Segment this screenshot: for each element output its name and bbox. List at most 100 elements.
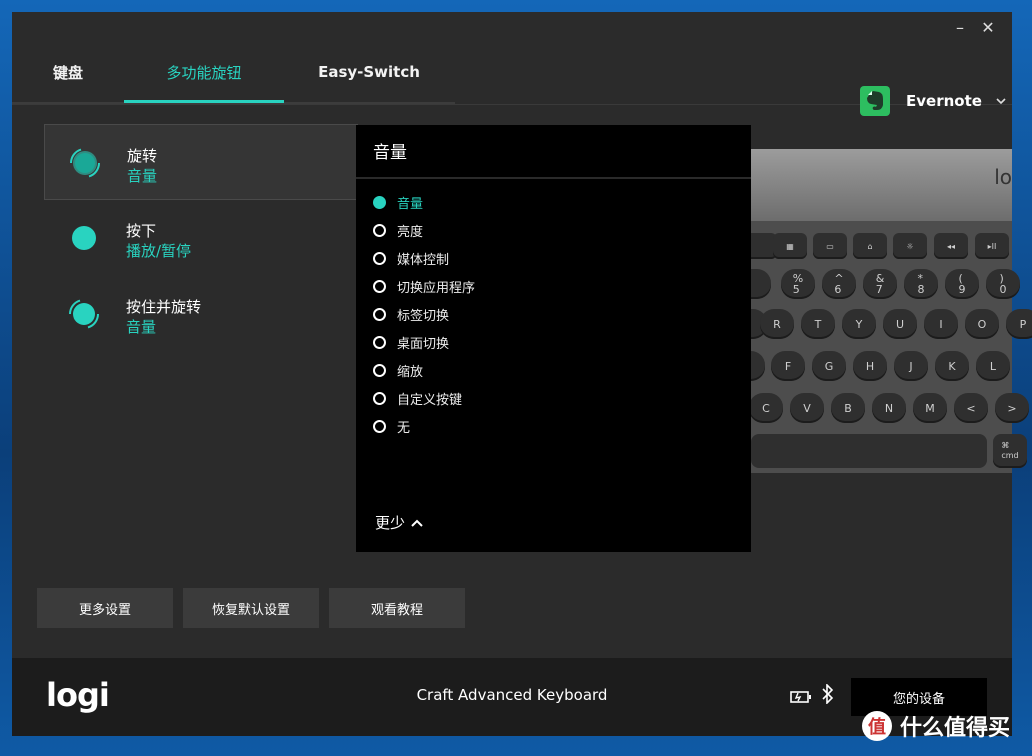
key: > [995,393,1029,423]
action-press-rotate-value: 音量 [126,318,157,336]
radio-icon [373,335,386,349]
key-fn: ◂◂ [934,233,968,259]
function-dropdown: 音量 音量 亮度 媒体控制 切换应用程序 标签切换 桌面切换 缩放 自定义按键 … [356,125,751,552]
keyboard-logo: lo [994,165,1012,189]
minimize-button[interactable]: – [946,15,974,39]
app-window: – ✕ 键盘 多功能旋钮 Easy-Switch Evernote 旋转 音量 … [12,12,1032,736]
battery-icon [790,688,812,707]
option-label: 切换应用程序 [397,280,476,296]
key: Y [842,309,876,339]
key: ( 9 [945,269,979,299]
show-less-label: 更少 [375,514,406,532]
app-selector-label: Evernote [906,92,982,110]
option-label: 媒体控制 [397,252,450,268]
option-zoom[interactable]: 缩放 [373,359,423,381]
press-rotate-dial-icon [66,296,102,332]
option-app-switch[interactable]: 切换应用程序 [373,275,475,297]
action-press[interactable]: 按下 播放/暂停 [44,200,356,274]
key: N [872,393,906,423]
option-label: 亮度 [397,224,424,240]
option-none[interactable]: 无 [373,415,410,437]
key: R [760,309,794,339]
action-press-title: 按下 [126,222,157,240]
action-rotate[interactable]: 旋转 音量 [44,124,358,200]
action-rotate-value: 音量 [127,167,158,185]
chevron-up-icon [411,516,423,530]
option-label: 缩放 [397,364,424,380]
watermark: 值 什么值得买 [862,710,1010,742]
radio-icon [373,363,386,377]
key-fn: ⌂ [853,233,887,259]
option-custom-keys[interactable]: 自定义按键 [373,387,462,409]
key: * 8 [904,269,938,299]
keyboard-preview: lo ▦ ▭ ⌂ ☼ ◂◂ ▸II % 5 ^ 6 & 7 * 8 ( 9 ) … [731,149,1032,473]
keyboard-top: lo [751,149,1012,221]
action-press-rotate[interactable]: 按住并旋转 音量 [44,276,356,350]
rotate-dial-icon [67,145,103,181]
tab-bar: 键盘 多功能旋钮 Easy-Switch Evernote [12,42,1012,116]
restore-defaults-button[interactable]: 恢复默认设置 [183,588,319,628]
dropdown-header: 音量 [356,125,751,179]
watermark-logo: 值 [862,711,892,741]
key: P [1006,309,1032,339]
radio-icon [373,307,386,321]
keyboard-body: ▦ ▭ ⌂ ☼ ◂◂ ▸II % 5 ^ 6 & 7 * 8 ( 9 ) 0 R… [731,221,1032,473]
option-volume[interactable]: 音量 [373,191,423,213]
key: V [790,393,824,423]
close-button[interactable]: ✕ [974,15,1002,39]
key-fn: ▭ [813,233,847,259]
key: < [954,393,988,423]
action-press-value: 播放/暂停 [126,242,192,260]
key: G [812,351,846,381]
bluetooth-icon [822,683,834,708]
key: J [894,351,928,381]
key: ^ 6 [822,269,856,299]
more-settings-button[interactable]: 更多设置 [37,588,173,628]
tab-easy-switch[interactable]: Easy-Switch [284,42,454,102]
option-desktop-switch[interactable]: 桌面切换 [373,331,449,353]
radio-selected-icon [373,195,386,209]
radio-icon [373,251,386,265]
key: U [883,309,917,339]
key: L [976,351,1010,381]
option-label: 自定义按键 [397,392,463,408]
radio-icon [373,419,386,433]
option-tab-switch[interactable]: 标签切换 [373,303,449,325]
key: C [749,393,783,423]
watch-tutorial-button[interactable]: 观看教程 [329,588,465,628]
cmd-key: ⌘ cmd [993,434,1027,468]
option-label: 标签切换 [397,308,450,324]
key: M [913,393,947,423]
option-label: 桌面切换 [397,336,450,352]
dropdown-title: 音量 [373,143,407,163]
key: F [771,351,805,381]
key: ) 0 [986,269,1020,299]
option-label: 音量 [397,196,424,212]
space-key [751,434,987,468]
radio-icon [373,223,386,237]
app-selector[interactable]: Evernote [860,85,1006,117]
radio-icon [373,279,386,293]
action-rotate-title: 旋转 [127,147,158,165]
key: H [853,351,887,381]
key: % 5 [781,269,815,299]
option-media-control[interactable]: 媒体控制 [373,247,449,269]
key-fn: ▦ [773,233,807,259]
key-fn: ☼ [893,233,927,259]
watermark-text: 什么值得买 [900,716,1011,741]
active-tab-indicator [124,100,284,103]
chevron-down-icon [996,94,1006,108]
option-brightness[interactable]: 亮度 [373,219,423,241]
tab-keyboard[interactable]: 键盘 [12,42,124,102]
radio-icon [373,391,386,405]
show-less-button[interactable]: 更少 [375,512,423,533]
key: & 7 [863,269,897,299]
action-press-rotate-title: 按住并旋转 [126,298,202,316]
tab-dial[interactable]: 多功能旋钮 [124,42,284,102]
key-fn: ▸II [975,233,1009,259]
key: I [924,309,958,339]
evernote-icon [860,86,890,116]
key: B [831,393,865,423]
key: O [965,309,999,339]
key: T [801,309,835,339]
